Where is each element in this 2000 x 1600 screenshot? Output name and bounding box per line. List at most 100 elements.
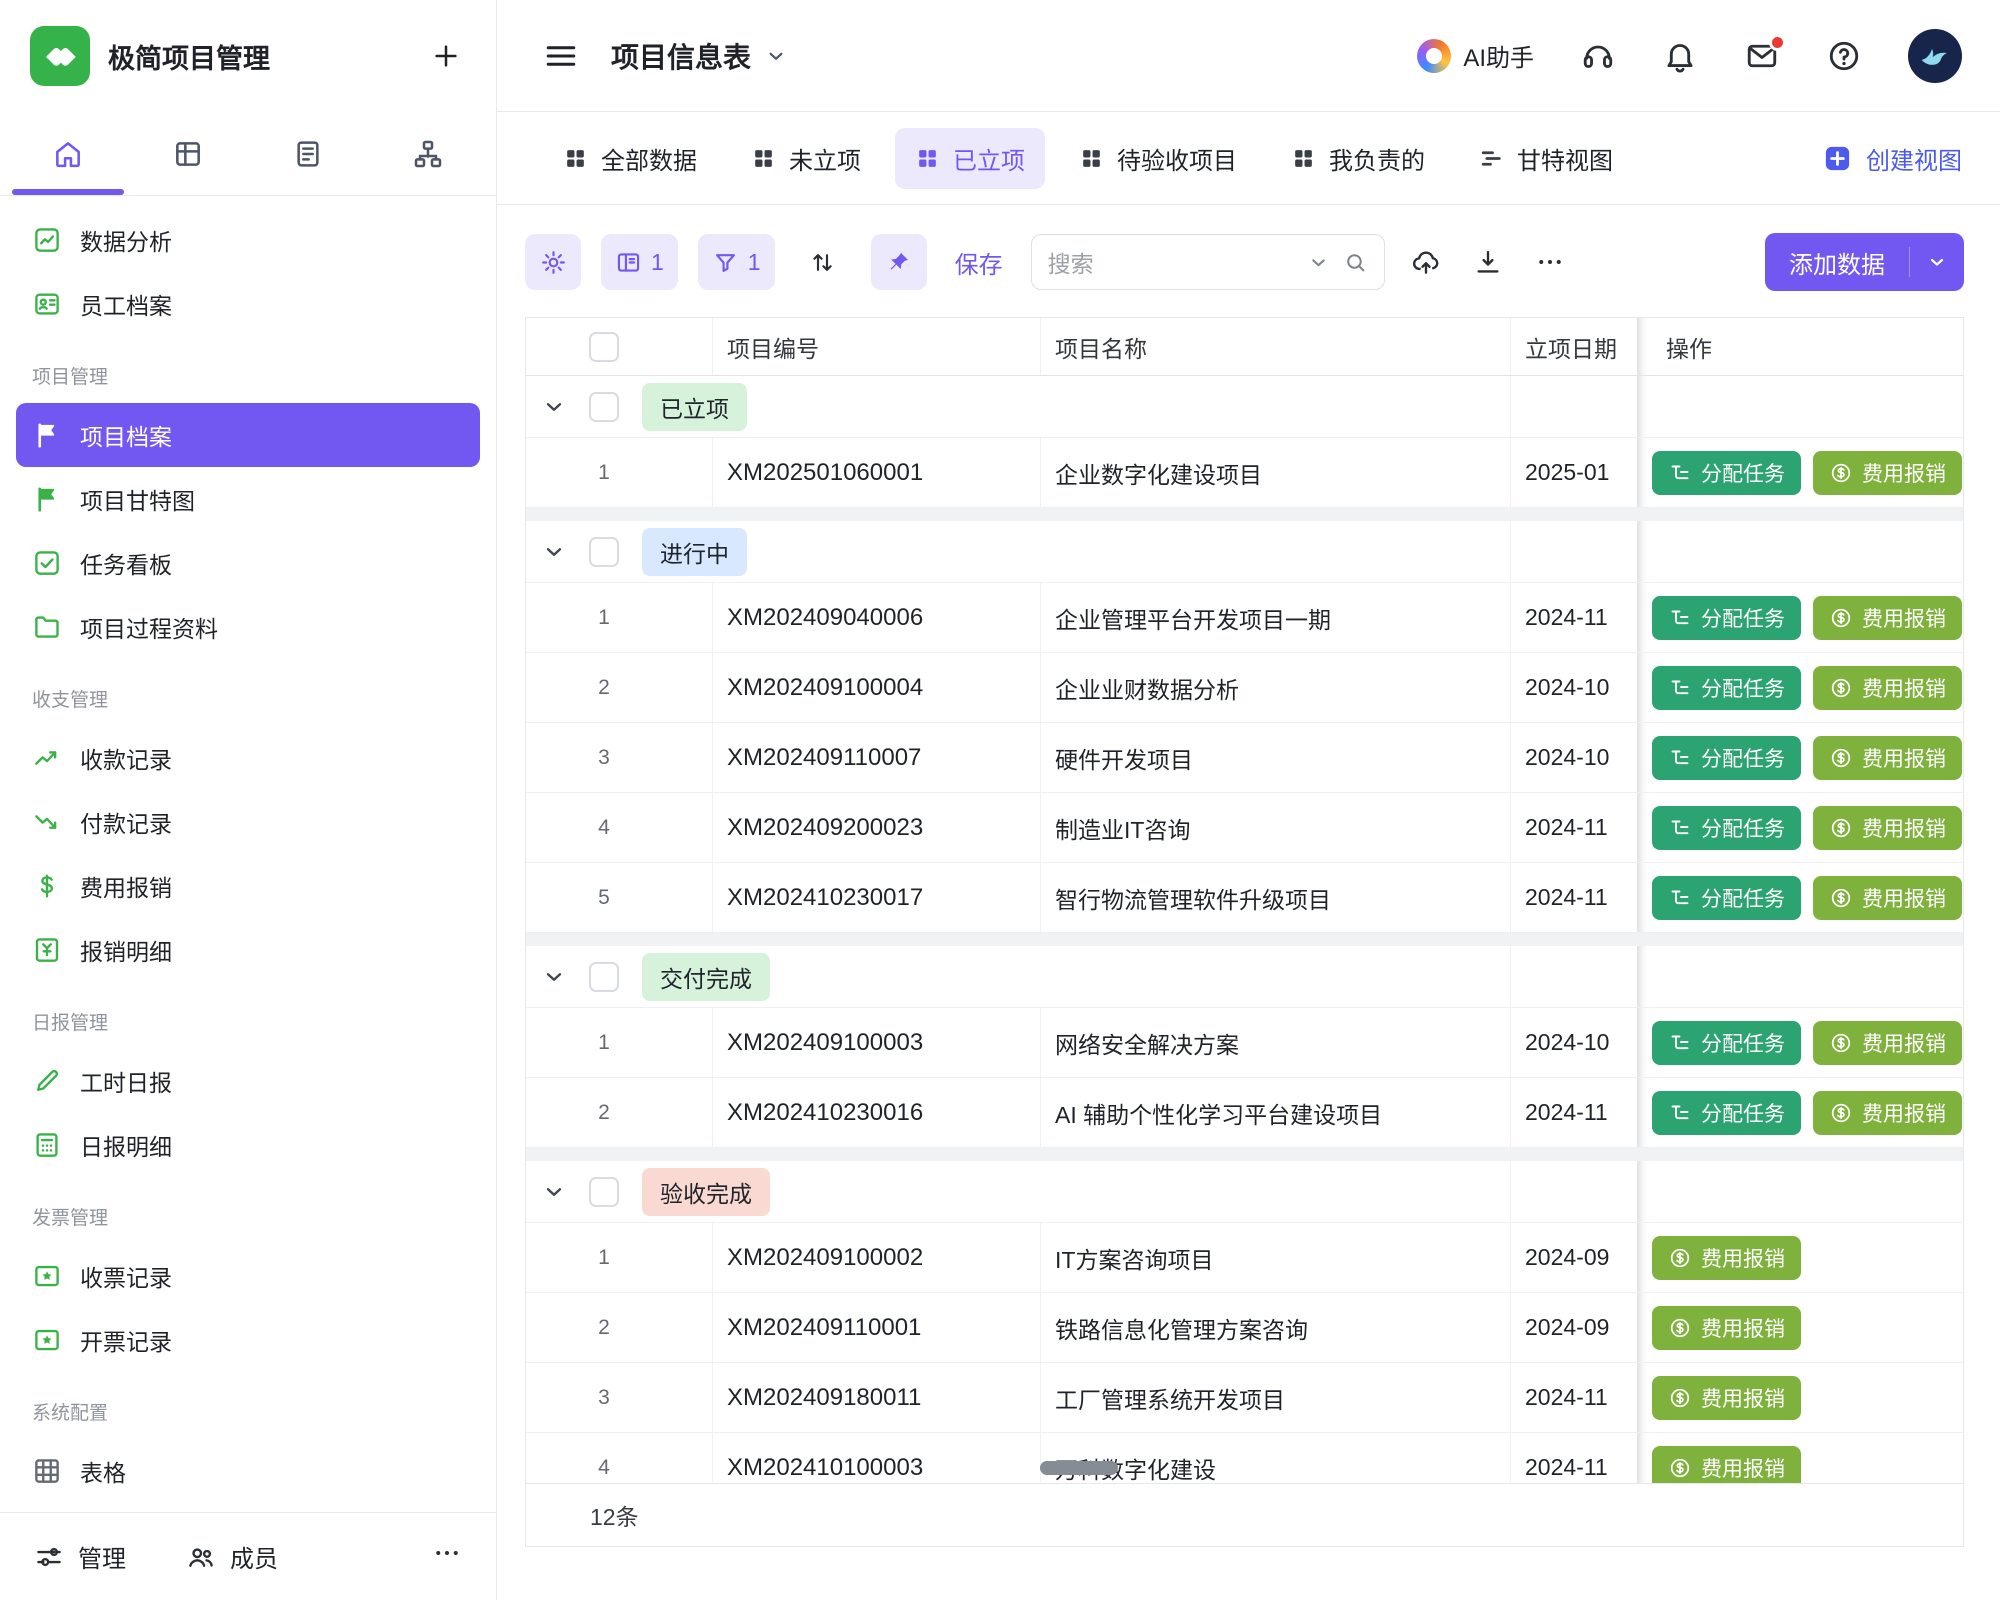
table-row[interactable]: 4XM202410100003万科数字化建设2024-11费用报销 [526, 1433, 1963, 1483]
view-tab-3[interactable]: 待验收项目 [1059, 128, 1257, 189]
project-name-cell[interactable]: 硬件开发项目 [1041, 723, 1511, 792]
group-checkbox[interactable] [589, 537, 619, 567]
download-button[interactable] [1467, 241, 1509, 283]
project-name-cell[interactable]: 企业管理平台开发项目一期 [1041, 583, 1511, 652]
expense-reimburse-button[interactable]: 费用报销 [1813, 451, 1962, 495]
project-code-cell[interactable]: XM202410230017 [713, 863, 1041, 932]
expense-reimburse-button[interactable]: 费用报销 [1813, 806, 1962, 850]
create-view-button[interactable]: 创建视图 [1822, 141, 1962, 176]
project-date-cell[interactable]: 2024-09 [1511, 1293, 1638, 1362]
project-date-cell[interactable]: 2024-11 [1511, 583, 1638, 652]
project-code-cell[interactable]: XM202409100002 [713, 1223, 1041, 1292]
table-row[interactable]: 1XM202409100002IT方案咨询项目2024-09费用报销 [526, 1223, 1963, 1293]
project-date-cell[interactable]: 2024-10 [1511, 653, 1638, 722]
filter-button[interactable]: 1 [698, 234, 775, 290]
view-settings-button[interactable] [525, 234, 581, 290]
help-button[interactable] [1826, 38, 1862, 74]
upload-button[interactable] [1405, 241, 1447, 283]
project-name-cell[interactable]: 万科数字化建设 [1041, 1433, 1511, 1483]
project-code-cell[interactable]: XM202409180011 [713, 1363, 1041, 1432]
assign-task-button[interactable]: 分配任务 [1652, 451, 1801, 495]
view-tab-0[interactable]: 全部数据 [543, 128, 717, 189]
manage-button[interactable]: 管理 [34, 1539, 126, 1574]
project-date-cell[interactable]: 2024-11 [1511, 1363, 1638, 1432]
avatar[interactable] [1908, 29, 1962, 83]
more-actions-button[interactable] [1529, 241, 1571, 283]
project-date-cell[interactable]: 2024-11 [1511, 863, 1638, 932]
assign-task-button[interactable]: 分配任务 [1652, 876, 1801, 920]
project-code-cell[interactable]: XM202410100003 [713, 1433, 1041, 1483]
project-name-cell[interactable]: 铁路信息化管理方案咨询 [1041, 1293, 1511, 1362]
bell-button[interactable] [1662, 38, 1698, 74]
field-config-button[interactable]: 1 [601, 234, 678, 290]
project-name-cell[interactable]: 企业数字化建设项目 [1041, 438, 1511, 507]
group-checkbox[interactable] [589, 392, 619, 422]
sidebar-item-payment-records[interactable]: 付款记录 [16, 790, 480, 854]
collapse-group-button[interactable] [526, 539, 582, 565]
project-date-cell[interactable]: 2024-09 [1511, 1223, 1638, 1292]
table-row[interactable]: 2XM202409110001铁路信息化管理方案咨询2024-09费用报销 [526, 1293, 1963, 1363]
search-icon[interactable] [1343, 250, 1368, 275]
view-tab-2[interactable]: 已立项 [895, 128, 1045, 189]
project-code-cell[interactable]: XM202410230016 [713, 1078, 1041, 1147]
sidebar-tab-home[interactable] [8, 112, 128, 195]
project-name-cell[interactable]: 网络安全解决方案 [1041, 1008, 1511, 1077]
sidebar-item-collection-records[interactable]: 收款记录 [16, 726, 480, 790]
expense-reimburse-button[interactable]: 费用报销 [1652, 1306, 1801, 1350]
sidebar-item-project-gantt[interactable]: 项目甘特图 [16, 467, 480, 531]
ai-assistant-button[interactable]: AI助手 [1417, 38, 1534, 73]
project-code-cell[interactable]: XM202409110007 [713, 723, 1041, 792]
table-row[interactable]: 5XM202410230017智行物流管理软件升级项目2024-11分配任务费用… [526, 863, 1963, 933]
collapse-group-button[interactable] [526, 964, 582, 990]
expense-reimburse-button[interactable]: 费用报销 [1813, 666, 1962, 710]
table-row[interactable]: 1XM202409100003网络安全解决方案2024-10分配任务费用报销 [526, 1008, 1963, 1078]
project-date-cell[interactable]: 2024-11 [1511, 793, 1638, 862]
sidebar-item-expense-reimburse[interactable]: 费用报销 [16, 854, 480, 918]
table-row[interactable]: 3XM202409110007硬件开发项目2024-10分配任务费用报销 [526, 723, 1963, 793]
column-header-code[interactable]: 项目编号 [713, 318, 1041, 375]
view-tab-1[interactable]: 未立项 [731, 128, 881, 189]
group-checkbox[interactable] [589, 1177, 619, 1207]
expense-reimburse-button[interactable]: 费用报销 [1813, 1021, 1962, 1065]
view-tab-4[interactable]: 我负责的 [1271, 128, 1445, 189]
project-code-cell[interactable]: XM202409040006 [713, 583, 1041, 652]
mail-button[interactable] [1744, 38, 1780, 74]
project-date-cell[interactable]: 2024-10 [1511, 1008, 1638, 1077]
members-button[interactable]: 成员 [186, 1539, 278, 1574]
project-date-cell[interactable]: 2024-11 [1511, 1433, 1638, 1483]
project-name-cell[interactable]: 制造业IT咨询 [1041, 793, 1511, 862]
group-checkbox[interactable] [589, 962, 619, 992]
sidebar-tab-flow[interactable] [368, 112, 488, 195]
sidebar-item-project-process-docs[interactable]: 项目过程资料 [16, 595, 480, 659]
expense-reimburse-button[interactable]: 费用报销 [1652, 1446, 1801, 1484]
project-date-cell[interactable]: 2024-11 [1511, 1078, 1638, 1147]
project-code-cell[interactable]: XM202409100003 [713, 1008, 1041, 1077]
sidebar-more-button[interactable] [432, 1538, 462, 1575]
table-row[interactable]: 2XM202410230016AI 辅助个性化学习平台建设项目2024-11分配… [526, 1078, 1963, 1148]
sidebar-item-invoice-received[interactable]: 收票记录 [16, 1244, 480, 1308]
expense-reimburse-button[interactable]: 费用报销 [1652, 1376, 1801, 1420]
sidebar-tab-grid[interactable] [128, 112, 248, 195]
project-code-cell[interactable]: XM202409110001 [713, 1293, 1041, 1362]
sidebar-item-daily-detail[interactable]: 日报明细 [16, 1113, 480, 1177]
assign-task-button[interactable]: 分配任务 [1652, 596, 1801, 640]
save-button[interactable]: 保存 [955, 245, 1003, 280]
project-date-cell[interactable]: 2024-10 [1511, 723, 1638, 792]
sidebar-item-worktime-daily[interactable]: 工时日报 [16, 1049, 480, 1113]
expense-reimburse-button[interactable]: 费用报销 [1813, 596, 1962, 640]
headset-button[interactable] [1580, 38, 1616, 74]
sidebar-tab-doc[interactable] [248, 112, 368, 195]
pin-button[interactable] [871, 234, 927, 290]
project-name-cell[interactable]: IT方案咨询项目 [1041, 1223, 1511, 1292]
search-input[interactable]: 搜索 [1031, 234, 1385, 290]
table-row[interactable]: 4XM202409200023制造业IT咨询2024-11分配任务费用报销 [526, 793, 1963, 863]
add-data-dropdown[interactable] [1910, 250, 1964, 274]
assign-task-button[interactable]: 分配任务 [1652, 736, 1801, 780]
assign-task-button[interactable]: 分配任务 [1652, 1091, 1801, 1135]
expense-reimburse-button[interactable]: 费用报销 [1813, 876, 1962, 920]
select-all-checkbox[interactable] [589, 332, 619, 362]
sidebar-item-invoice-issued[interactable]: 开票记录 [16, 1308, 480, 1372]
horizontal-scrollbar[interactable] [1040, 1461, 1118, 1475]
sort-button[interactable] [795, 234, 851, 290]
project-date-cell[interactable]: 2025-01 [1511, 438, 1638, 507]
